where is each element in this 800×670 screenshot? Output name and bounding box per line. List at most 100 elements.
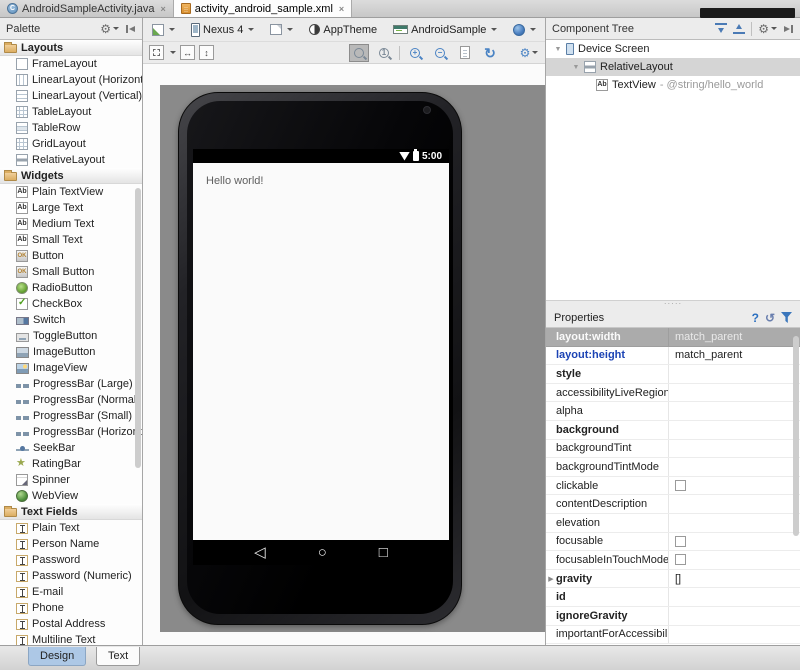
checkbox[interactable] [675, 535, 686, 547]
palette-item[interactable]: Plain Text [0, 520, 142, 536]
activity-selector-button[interactable]: AndroidSample [388, 20, 502, 40]
palette-item[interactable]: ImageView [0, 360, 142, 376]
device-selector-button[interactable]: Nexus 4 [186, 20, 259, 40]
palette-item[interactable]: Small Button [0, 264, 142, 280]
palette-item[interactable]: WebView [0, 488, 142, 504]
palette-item[interactable]: RadioButton [0, 280, 142, 296]
device-screen-preview[interactable]: 5:00 Hello world! ◁ ○ □ [193, 149, 449, 565]
zoom-in-button[interactable] [405, 44, 425, 62]
zoom-fit-button[interactable] [349, 43, 369, 62]
palette-item[interactable]: SeekBar [0, 440, 142, 456]
palette-section-layouts[interactable]: Layouts [0, 40, 142, 56]
palette-item[interactable]: ProgressBar (Large) [0, 376, 142, 392]
fit-width-button[interactable]: ↔ [180, 45, 195, 60]
expand-arrow-icon[interactable]: ▼ [572, 64, 580, 71]
palette-item[interactable]: Plain TextView [0, 184, 142, 200]
design-canvas[interactable]: 5:00 Hello world! ◁ ○ □ [143, 64, 545, 645]
design-surface[interactable]: 5:00 Hello world! ◁ ○ □ [160, 85, 545, 632]
palette-item[interactable]: CheckBox [0, 296, 142, 312]
property-row[interactable]: id [546, 588, 800, 607]
palette-item[interactable]: Small Text [0, 232, 142, 248]
tab-design[interactable]: Design [28, 647, 87, 666]
palette-item[interactable]: LinearLayout (Vertical) [0, 88, 142, 104]
palette-item[interactable]: Postal Address [0, 616, 142, 632]
palette-item[interactable]: RatingBar [0, 456, 142, 472]
palette-item[interactable]: Phone [0, 600, 142, 616]
close-icon[interactable]: × [339, 4, 344, 14]
hide-panel-icon[interactable] [783, 24, 794, 34]
palette-item[interactable]: Password [0, 552, 142, 568]
tab-activity-android-sample-xml[interactable]: activity_android_sample.xml × [173, 0, 353, 17]
layout-preview[interactable]: Hello world! [193, 163, 449, 540]
filter-icon[interactable] [781, 312, 792, 323]
expand-all-icon[interactable] [715, 23, 728, 34]
palette-item[interactable]: RelativeLayout [0, 152, 142, 168]
tree-node-device-screen[interactable]: ▼ Device Screen [546, 40, 800, 58]
palette-item[interactable]: LinearLayout (Horizontal) [0, 72, 142, 88]
refresh-button[interactable]: ↻ [480, 44, 500, 62]
palette-item[interactable]: ToggleButton [0, 328, 142, 344]
fit-screen-button[interactable] [149, 45, 164, 60]
property-row[interactable]: backgroundTint [546, 439, 800, 459]
tab-androidsampleactivity-java[interactable]: AndroidSampleActivity.java × [0, 0, 174, 17]
palette-item[interactable]: Switch [0, 312, 142, 328]
property-row[interactable]: importantForAccessibility [546, 625, 800, 645]
tree-node-relativelayout[interactable]: ▼ RelativeLayout [546, 58, 800, 76]
tab-text[interactable]: Text [96, 647, 141, 666]
reset-icon[interactable]: ↺ [765, 311, 775, 325]
property-row[interactable]: backgroundTintMode [546, 458, 800, 477]
close-icon[interactable]: × [160, 4, 165, 14]
zoom-out-button[interactable] [430, 44, 450, 62]
checkbox[interactable] [675, 480, 686, 492]
orientation-button[interactable] [265, 20, 298, 40]
property-row[interactable]: accessibilityLiveRegion [546, 383, 800, 403]
property-row[interactable]: elevation [546, 513, 800, 533]
property-row[interactable]: alpha [546, 402, 800, 421]
collapse-all-icon[interactable] [733, 23, 746, 34]
theme-selector-button[interactable]: AppTheme [304, 20, 382, 40]
property-row[interactable]: ignoreGravity [546, 606, 800, 626]
property-row[interactable]: layout:height match_parent [546, 346, 800, 366]
tree-node-textview[interactable]: TextView - @string/hello_world [546, 76, 800, 94]
palette-item[interactable]: Multiline Text [0, 632, 142, 645]
palette-item[interactable]: Button [0, 248, 142, 264]
property-row[interactable]: focusable [546, 532, 800, 552]
palette-section-widgets[interactable]: Widgets [0, 168, 142, 184]
property-row[interactable]: clickable [546, 476, 800, 496]
palette-item[interactable]: ProgressBar (Small) [0, 408, 142, 424]
expand-arrow-icon[interactable]: ▶ [546, 575, 556, 583]
property-row[interactable]: focusableInTouchMode [546, 551, 800, 570]
palette-item[interactable]: Medium Text [0, 216, 142, 232]
palette-section-text-fields[interactable]: Text Fields [0, 504, 142, 520]
property-row[interactable]: contentDescription [546, 495, 800, 514]
hello-world-text[interactable]: Hello world! [206, 175, 263, 187]
palette-item[interactable]: ImageButton [0, 344, 142, 360]
palette-item[interactable]: Password (Numeric) [0, 568, 142, 584]
palette-scrollbar[interactable] [135, 188, 141, 468]
hide-panel-icon[interactable] [125, 24, 136, 34]
palette-item[interactable]: ProgressBar (Normal) [0, 392, 142, 408]
gear-icon[interactable]: ⚙ [758, 23, 777, 35]
configuration-button[interactable] [147, 20, 180, 40]
palette-item[interactable]: TableRow [0, 120, 142, 136]
preview-button[interactable] [455, 44, 475, 62]
fit-height-button[interactable]: ↕ [199, 45, 214, 60]
property-row[interactable]: layout:width match_parent [546, 328, 800, 347]
gear-icon[interactable]: ⚙ [100, 23, 119, 35]
properties-scrollbar[interactable] [793, 336, 799, 536]
zoom-actual-button[interactable] [374, 44, 394, 62]
palette-item[interactable]: FrameLayout [0, 56, 142, 72]
palette-item[interactable]: ProgressBar (Horizontal) [0, 424, 142, 440]
property-row[interactable]: style [546, 365, 800, 384]
palette-item[interactable]: E-mail [0, 584, 142, 600]
palette-item[interactable]: TableLayout [0, 104, 142, 120]
palette-item[interactable]: Spinner [0, 472, 142, 488]
locale-button[interactable] [508, 20, 541, 40]
property-row[interactable]: background [546, 420, 800, 440]
palette-item[interactable]: Person Name [0, 536, 142, 552]
palette-item[interactable]: Large Text [0, 200, 142, 216]
panel-splitter[interactable]: ····· [546, 300, 800, 308]
help-icon[interactable]: ? [752, 311, 759, 325]
render-options-button[interactable]: ⚙ [519, 44, 539, 62]
checkbox[interactable] [675, 554, 686, 566]
